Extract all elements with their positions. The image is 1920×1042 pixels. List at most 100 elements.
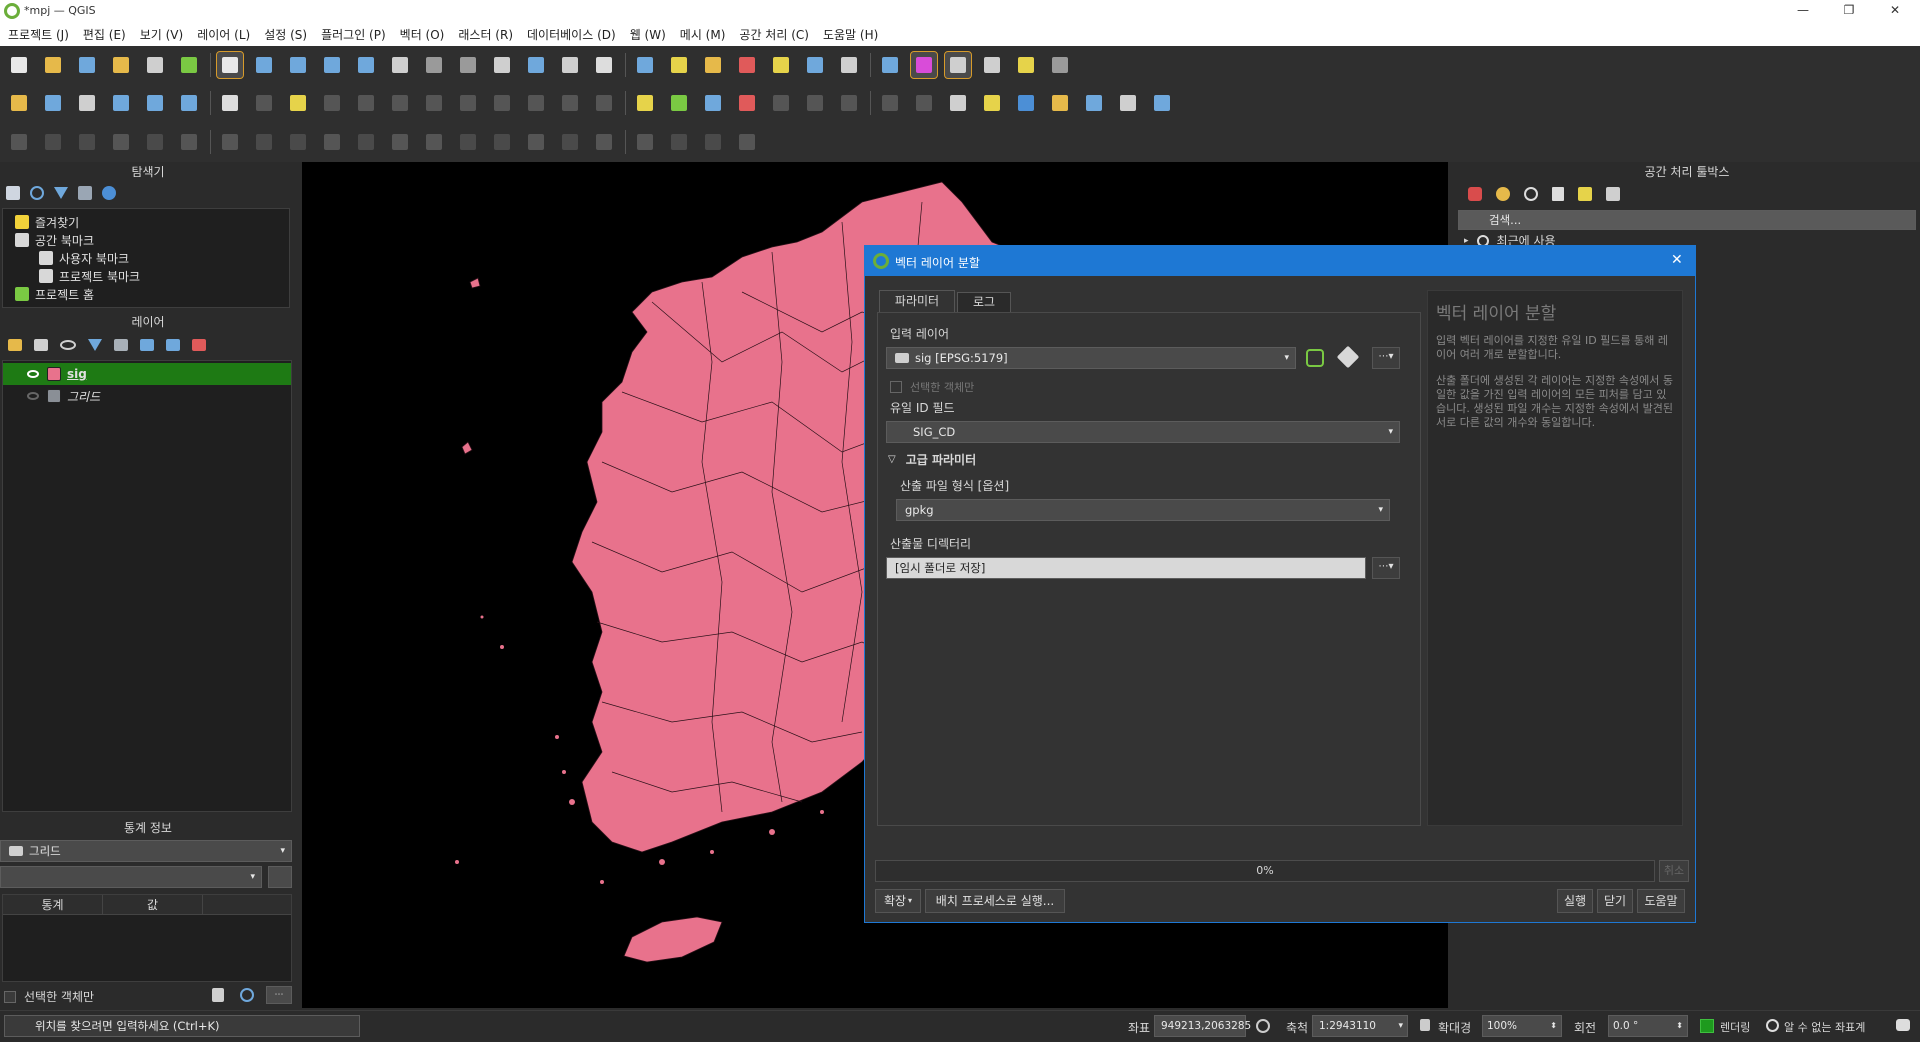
selected-only-checkbox[interactable]: 선택한 객체만 <box>890 379 974 395</box>
crs-label[interactable]: 알 수 없는 좌표계 <box>1784 1019 1865 1035</box>
simplify-icon[interactable] <box>176 129 202 155</box>
add-group-icon[interactable] <box>34 339 48 351</box>
tool-14-icon[interactable] <box>489 129 515 155</box>
menu-item-5[interactable]: 플러그인 (P) <box>321 26 386 43</box>
messages-icon[interactable] <box>1896 1019 1910 1031</box>
checkbox[interactable] <box>890 381 902 393</box>
tool-13-icon[interactable] <box>455 129 481 155</box>
tool-15-icon[interactable] <box>523 90 549 116</box>
tab-log[interactable]: 로그 <box>957 292 1011 312</box>
iterate-icon[interactable] <box>1306 349 1324 367</box>
wrench-icon[interactable] <box>1336 345 1360 369</box>
tool-10-icon[interactable] <box>353 129 379 155</box>
input-layer-options-button[interactable]: ⋯▾ <box>1372 347 1400 369</box>
show-bookmarks-icon[interactable] <box>666 52 692 78</box>
visibility-eye-icon[interactable] <box>27 370 39 378</box>
style-manager-icon[interactable] <box>176 52 202 78</box>
stats-layer-select[interactable]: 그리드 ▾ <box>0 840 292 862</box>
remove-layer-icon[interactable] <box>192 339 206 351</box>
tool-30-icon[interactable] <box>1047 90 1073 116</box>
zoom-last-icon[interactable] <box>489 52 515 78</box>
render-checkbox[interactable] <box>1700 1019 1714 1033</box>
dialog-close-icon[interactable]: ✕ <box>1671 252 1683 268</box>
tool-16-icon[interactable] <box>557 90 583 116</box>
minimize-button[interactable]: — <box>1780 0 1826 22</box>
tool-9-icon[interactable] <box>319 129 345 155</box>
tool-23-icon[interactable] <box>802 90 828 116</box>
tool-17-icon[interactable] <box>591 129 617 155</box>
tool-16-icon[interactable] <box>557 129 583 155</box>
zoom-to-layer-icon[interactable] <box>421 52 447 78</box>
identify-icon[interactable] <box>877 52 903 78</box>
splitter-handle[interactable] <box>1417 312 1421 320</box>
history-icon[interactable] <box>1524 187 1538 201</box>
tool-14-icon[interactable] <box>489 90 515 116</box>
annotation-icon[interactable] <box>1047 52 1073 78</box>
toggle-editing-icon[interactable] <box>285 90 311 116</box>
browser-item-4[interactable]: 프로젝트 홈 <box>3 285 289 303</box>
browser-item-2[interactable]: 사용자 북마크 <box>3 249 289 267</box>
layer-item-그리드[interactable]: 그리드 <box>3 385 291 407</box>
run-button[interactable]: 실행 <box>1557 889 1593 913</box>
tool-31-icon[interactable] <box>1081 90 1107 116</box>
measure-icon[interactable] <box>1013 52 1039 78</box>
tool-19-icon[interactable] <box>666 129 692 155</box>
new-map-view-icon[interactable] <box>557 52 583 78</box>
expand-button[interactable]: 확장 ▾ <box>875 889 921 913</box>
tool-21-icon[interactable] <box>734 129 760 155</box>
globe-icon[interactable] <box>1766 1019 1779 1032</box>
eye-icon[interactable] <box>60 340 76 350</box>
magnifier-spinbox[interactable]: 100% ⬍ <box>1482 1015 1562 1037</box>
menu-item-7[interactable]: 래스터 (R) <box>458 26 513 43</box>
node-tool-icon[interactable] <box>108 90 134 116</box>
new-layer-icon[interactable] <box>142 90 168 116</box>
menu-item-3[interactable]: 레이어 (L) <box>197 26 250 43</box>
style-icon[interactable] <box>8 339 22 351</box>
toolbox-icon[interactable] <box>944 51 972 79</box>
tool-24-icon[interactable] <box>836 90 862 116</box>
statistics-icon[interactable] <box>979 52 1005 78</box>
unique-field-select[interactable]: SIG_CD ▾ <box>886 421 1400 443</box>
collapse-all-layers-icon[interactable] <box>166 339 180 351</box>
refresh-stats-icon[interactable] <box>240 988 254 1002</box>
tool-13-icon[interactable] <box>455 90 481 116</box>
zoom-full-icon[interactable] <box>353 52 379 78</box>
input-layer-select[interactable]: sig [EPSG:5179] ▾ <box>886 347 1296 369</box>
stats-field-select[interactable]: ▾ <box>0 866 262 888</box>
output-directory-options-button[interactable]: ⋯▾ <box>1372 557 1400 579</box>
output-directory-input[interactable]: [임시 폴더로 저장] <box>886 557 1366 579</box>
rotate-icon[interactable] <box>142 129 168 155</box>
copy-icon[interactable] <box>212 988 224 1002</box>
select-features-icon[interactable] <box>768 52 794 78</box>
tool-21-icon[interactable] <box>734 90 760 116</box>
zoom-in-icon[interactable] <box>285 52 311 78</box>
browser-item-1[interactable]: 공간 북마크 <box>3 231 289 249</box>
zoom-to-selection-icon[interactable] <box>387 52 413 78</box>
visibility-eye-icon[interactable] <box>27 392 39 400</box>
results-viewer-icon[interactable] <box>1552 187 1564 201</box>
select-by-location-icon[interactable] <box>836 52 862 78</box>
tool-12-icon[interactable] <box>421 129 447 155</box>
lock-scale-icon[interactable] <box>1420 1019 1430 1031</box>
filter-legend-icon[interactable] <box>88 339 102 351</box>
menu-item-2[interactable]: 보기 (V) <box>140 26 183 43</box>
open-project-icon[interactable] <box>40 52 66 78</box>
menu-item-1[interactable]: 편집 (E) <box>83 26 126 43</box>
zoom-next-icon[interactable] <box>523 52 549 78</box>
layer-symbol-swatch[interactable] <box>47 367 61 381</box>
tool-20-icon[interactable] <box>700 129 726 155</box>
tool-12-icon[interactable] <box>421 90 447 116</box>
menu-item-0[interactable]: 프로젝트 (J) <box>8 26 69 43</box>
refresh-icon[interactable] <box>734 52 760 78</box>
refresh-icon[interactable] <box>30 186 44 200</box>
deselect-icon[interactable] <box>802 52 828 78</box>
rotation-spinbox[interactable]: 0.0 ° ⬍ <box>1608 1015 1688 1037</box>
digitize-icon[interactable] <box>74 90 100 116</box>
tool-25-icon[interactable] <box>877 90 903 116</box>
zoom-out-icon[interactable] <box>319 52 345 78</box>
tool-33-icon[interactable] <box>1149 90 1175 116</box>
tool-32-icon[interactable] <box>1115 90 1141 116</box>
tool-15-icon[interactable] <box>523 129 549 155</box>
tool-8-icon[interactable] <box>285 129 311 155</box>
menu-item-8[interactable]: 데이터베이스 (D) <box>527 26 616 43</box>
